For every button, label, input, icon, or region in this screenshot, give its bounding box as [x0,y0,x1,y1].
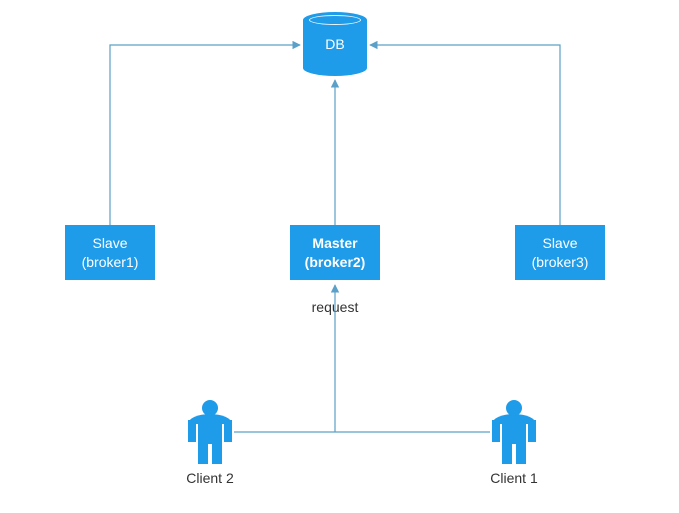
master-broker2-sub: (broker2) [305,253,366,271]
master-broker2-node: Master (broker2) [290,225,380,280]
slave-broker3-sub: (broker3) [532,253,589,271]
master-broker2-title: Master [312,234,357,252]
client1-icon [490,400,538,464]
client2-label: Client 2 [175,470,245,486]
slave-broker1-node: Slave (broker1) [65,225,155,280]
slave-broker1-title: Slave [92,234,127,252]
request-label: request [300,299,370,315]
database-node: DB [303,12,367,76]
client2-icon [186,400,234,464]
slave-broker3-node: Slave (broker3) [515,225,605,280]
slave-broker1-sub: (broker1) [82,253,139,271]
database-label: DB [303,36,367,52]
client1-label: Client 1 [479,470,549,486]
slave-broker3-title: Slave [542,234,577,252]
